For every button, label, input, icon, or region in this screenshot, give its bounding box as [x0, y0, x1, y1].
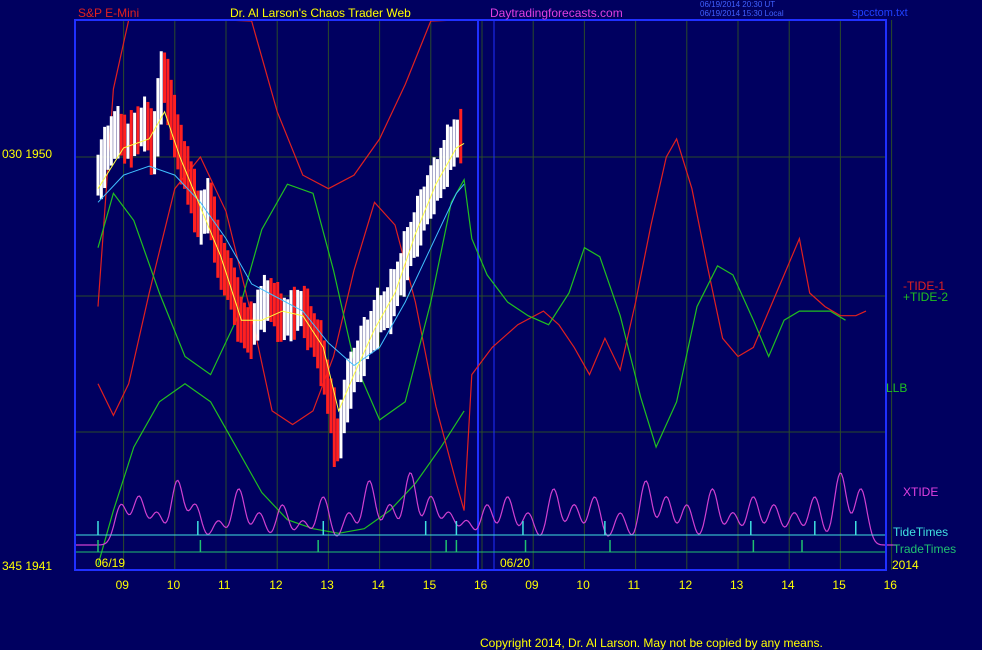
x-tick-label: 15 — [832, 578, 846, 592]
series-label-trade-times: TradeTimes — [893, 542, 957, 556]
series-label-xtide: XTIDE — [903, 485, 939, 499]
file-name: spcctom.txt — [852, 7, 908, 19]
chart-canvas — [74, 19, 897, 571]
instrument-title: S&P E-Mini — [78, 6, 140, 20]
x-tick-label: 09 — [525, 578, 539, 592]
x-tick-label: 14 — [371, 578, 385, 592]
site-title: Dr. Al Larson's Chaos Trader Web — [230, 6, 411, 20]
x-tick-label: 12 — [678, 578, 693, 592]
x-tick-label: 11 — [627, 578, 641, 592]
date-label-year: 2014 — [892, 558, 919, 572]
x-tick-label: 12 — [269, 578, 283, 592]
series-label-llb: LLB — [886, 381, 908, 395]
x-tick-label: 16 — [474, 578, 488, 592]
date-label-second: 06/20 — [500, 556, 531, 570]
site-url: Daytradingforecasts.com — [490, 6, 623, 20]
series-label-tide2: +TIDE-2 — [903, 290, 949, 304]
x-tick-label: 14 — [781, 578, 795, 592]
x-tick-label: 11 — [218, 578, 231, 592]
x-tick-label: 15 — [422, 578, 437, 592]
y-tick-label-top: 030 1950 — [2, 147, 53, 161]
x-tick-label: 09 — [115, 578, 129, 592]
date-label-first: 06/19 — [95, 556, 126, 570]
timestamp-ut: 06/19/2014 20:30 UT — [700, 0, 776, 9]
tide-trade-times — [75, 521, 886, 553]
copyright-notice: Copyright 2014, Dr. Al Larson. May not b… — [480, 636, 823, 650]
y-tick-label-bottom: 345 1941 — [2, 559, 53, 573]
series-label-tide-times: TideTimes — [893, 525, 949, 539]
x-tick-label: 10 — [166, 578, 181, 592]
x-tick-label: 13 — [320, 578, 334, 592]
x-tick-label: 10 — [576, 578, 590, 592]
plot-border — [74, 19, 887, 571]
x-tick-label: 13 — [730, 578, 744, 592]
grid-lines — [75, 20, 893, 570]
x-tick-label: 16 — [883, 578, 897, 592]
timestamp-local: 06/19/2014 15:30 Local — [700, 9, 784, 18]
